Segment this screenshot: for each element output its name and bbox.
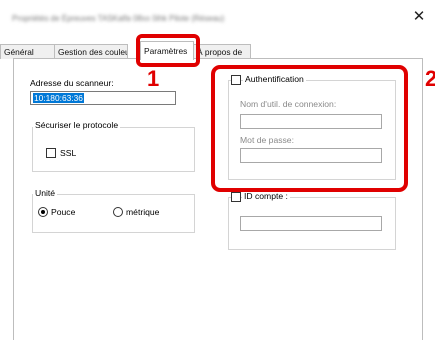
- unit-title: Unité: [33, 188, 58, 198]
- secure-protocol-group: [32, 127, 195, 172]
- tab-about[interactable]: À propos de: [193, 44, 251, 59]
- highlight-settings-tab: [136, 34, 200, 67]
- unit-radio-inch[interactable]: [38, 207, 48, 217]
- unit-radio-metric[interactable]: [113, 207, 123, 217]
- secure-protocol-title: Sécuriser le protocole: [33, 120, 121, 130]
- tab-about-label: À propos de: [197, 47, 243, 57]
- unit-metric-label: métrique: [126, 207, 160, 217]
- scanner-address-label: Adresse du scanneur:: [30, 78, 114, 88]
- tab-general[interactable]: Général: [0, 44, 55, 59]
- tab-strip: Général Gestion des couleurs Paramètres …: [0, 41, 435, 60]
- title-bar: Propriétés de Épreuves TASKalfa 08xx 0ih…: [0, 0, 435, 34]
- window-title: Propriétés de Épreuves TASKalfa 08xx 0ih…: [12, 14, 225, 23]
- tab-color-management[interactable]: Gestion des couleurs: [54, 44, 128, 59]
- highlight-authentication: [211, 65, 408, 192]
- marker-1: 1: [147, 66, 160, 91]
- account-input[interactable]: [240, 216, 382, 231]
- scanner-address-input[interactable]: 10:180:63:36: [30, 91, 176, 105]
- scanner-address-value: 10:180:63:36: [33, 93, 84, 103]
- account-label: ID compte :: [242, 191, 290, 201]
- close-button[interactable]: ✕: [407, 6, 431, 28]
- account-checkbox[interactable]: [231, 192, 241, 202]
- ssl-checkbox[interactable]: [46, 148, 56, 158]
- unit-inch-label: Pouce: [51, 207, 76, 217]
- ssl-label: SSL: [60, 148, 77, 158]
- marker-2: 2: [425, 66, 435, 91]
